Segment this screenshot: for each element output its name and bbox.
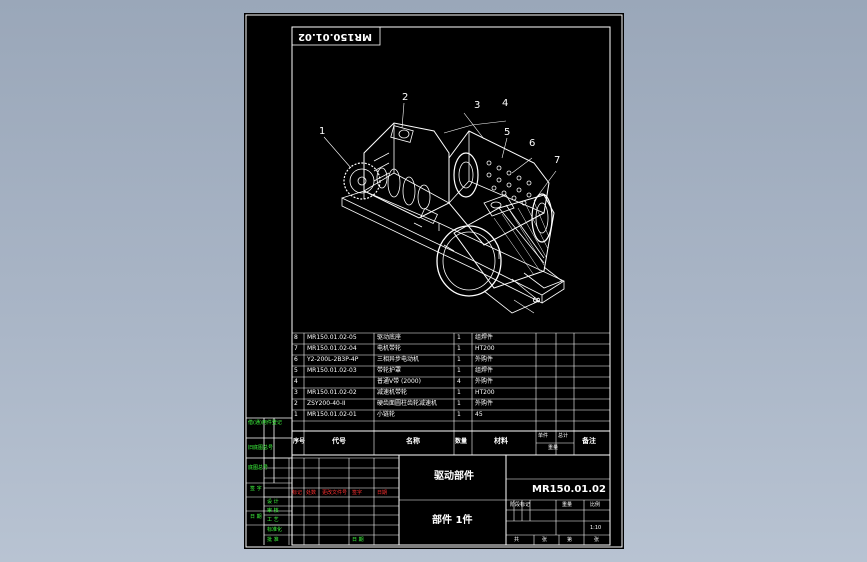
bom-row-code: MR150.01.02-04 <box>307 345 357 352</box>
role-date: 日 期 <box>352 537 364 543</box>
role-review: 审 核 <box>267 508 279 514</box>
bom-row-no: 4 <box>294 378 298 385</box>
drawing-number: MR150.01.02 <box>532 484 606 495</box>
left-label-old-base: 旧底图总号 <box>248 445 274 451</box>
bom-row-no: 1 <box>294 411 298 418</box>
sheet-unit-label-1: 张 <box>542 537 548 543</box>
bom-row-mat: 组焊件 <box>475 334 494 341</box>
bom-row-name: 普通V带 (2000) <box>377 378 421 385</box>
left-label-sign: 签 字 <box>250 486 262 492</box>
bom-row-code: MR150.01.02-02 <box>307 389 357 396</box>
title-block-grid <box>246 455 610 545</box>
sign-label-mark: 标记 <box>292 490 303 496</box>
left-label-base-total: 底图总号 <box>248 465 269 471</box>
bom-row-qty: 1 <box>457 411 461 418</box>
bom-row-no: 6 <box>294 356 298 363</box>
bom-row-no: 2 <box>294 400 298 407</box>
bom-row-name: 小链轮 <box>377 411 396 418</box>
bom-row-mat: HT200 <box>475 389 495 396</box>
balloon-7: 7 <box>554 155 561 166</box>
bom-header-qty: 数量 <box>455 438 468 445</box>
bom-row-mat: 外购件 <box>475 356 494 363</box>
bom-row-code: MR150.01.02-03 <box>307 367 357 374</box>
bom-row-mat: 45 <box>475 411 483 418</box>
bom-row-no: 3 <box>294 389 298 396</box>
sign-label-signature: 签字 <box>352 490 363 496</box>
scale-label: 比例 <box>590 502 601 508</box>
bom-row-name: 电机带轮 <box>377 345 402 352</box>
bom-row-qty: 1 <box>457 400 461 407</box>
bom-header-no: 序号 <box>293 438 306 445</box>
bom-row-qty: 1 <box>457 334 461 341</box>
drawing-sheet: MR150.01.02 1 2 3 4 5 6 7 8 8 MR150.01.0… <box>244 13 624 549</box>
sheet-index-label: 第 <box>567 537 573 543</box>
stage-label: 阶段标记 <box>510 502 531 508</box>
sign-label-date: 日期 <box>377 490 388 496</box>
drawing-canvas <box>245 14 623 548</box>
bom-row-qty: 4 <box>457 378 461 385</box>
bom-row-name: 硬齿面圆柱齿轮减速机 <box>377 400 438 407</box>
weight-label: 重量 <box>562 502 573 508</box>
bom-row-qty: 1 <box>457 345 461 352</box>
bom-row-code: MR150.01.02-01 <box>307 411 357 418</box>
sign-label-count: 处数 <box>306 490 317 496</box>
balloon-6: 6 <box>529 138 536 149</box>
bom-row-qty: 1 <box>457 367 461 374</box>
machine-drawing <box>323 102 565 314</box>
role-process: 工 艺 <box>267 517 279 523</box>
bom-header-code: 代号 <box>332 437 346 445</box>
bom-row-name: 驱动底座 <box>377 334 402 341</box>
bom-row-no: 8 <box>294 334 298 341</box>
role-standard: 标准化 <box>267 527 283 533</box>
balloon-8: 8 <box>530 296 542 304</box>
bom-row-name: 减速机带轮 <box>377 389 408 396</box>
bom-row-code: ZSY200-40-II <box>307 400 346 407</box>
sign-label-change-doc: 更改文件号 <box>322 490 348 496</box>
bom-row-mat: HT200 <box>475 345 495 352</box>
left-label-date: 日 期 <box>250 514 262 520</box>
role-approve: 批 准 <box>267 537 279 543</box>
balloon-3: 3 <box>474 100 481 111</box>
quantity-label: 部件 1件 <box>432 515 473 526</box>
mirrored-drawing-code: MR150.01.02 <box>298 31 372 42</box>
bom-row-qty: 1 <box>457 356 461 363</box>
balloon-2: 2 <box>402 92 409 103</box>
bom-row-name: 三相异步电动机 <box>377 356 420 363</box>
bom-row-code: Y2-200L-2B3P-4P <box>307 356 359 363</box>
bom-row-name: 带轮护罩 <box>377 367 402 374</box>
part-name: 驱动部件 <box>434 471 474 482</box>
inner-border <box>291 26 611 546</box>
sheet-unit-label-2: 张 <box>594 537 600 543</box>
bom-row-no: 7 <box>294 345 298 352</box>
bom-header-total: 总计 <box>558 433 569 439</box>
bom-header-material: 材料 <box>494 437 508 445</box>
bom-row-no: 5 <box>294 367 298 374</box>
bom-header-name: 名称 <box>406 437 420 445</box>
motor-fins <box>493 201 550 276</box>
scale-value: 1:10 <box>590 525 602 531</box>
sheet-total-label: 共 <box>514 537 520 543</box>
outer-frame <box>245 14 623 548</box>
balloon-5: 5 <box>504 127 511 138</box>
bom-header-unit: 单件 <box>538 433 549 439</box>
left-label-reuse: 借(通)用件登记 <box>248 420 282 426</box>
balloon-4: 4 <box>502 98 509 109</box>
balloon-1: 1 <box>319 126 326 137</box>
bom-row-mat: 外购件 <box>475 400 494 407</box>
bom-row-code: MR150.01.02-05 <box>307 334 357 341</box>
bom-header-weight: 重量 <box>548 445 559 451</box>
bom-row-mat: 组焊件 <box>475 367 494 374</box>
role-design: 设 计 <box>267 499 279 505</box>
bom-header-remark: 备注 <box>582 437 596 445</box>
bom-row-mat: 外购件 <box>475 378 494 385</box>
bom-row-qty: 1 <box>457 389 461 396</box>
